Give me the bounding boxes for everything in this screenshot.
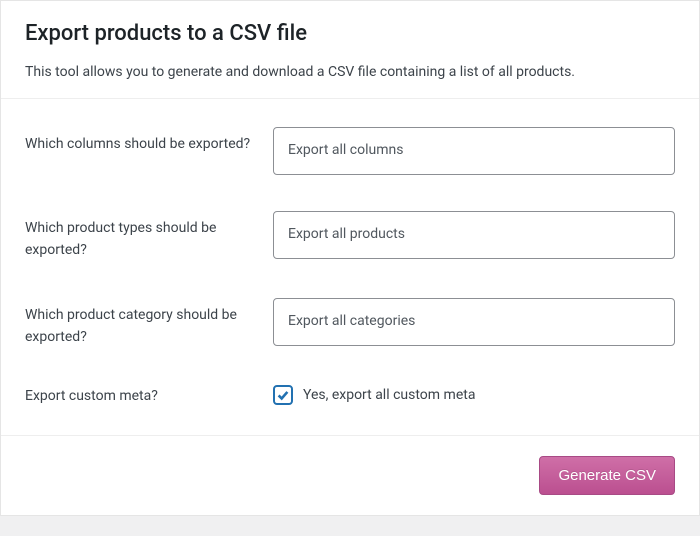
row-columns: Which columns should be exported? Export… bbox=[25, 109, 675, 193]
row-category: Which product category should be exporte… bbox=[25, 280, 675, 367]
product-types-select[interactable]: Export all products bbox=[273, 211, 675, 259]
control-custom-meta: Yes, export all custom meta bbox=[273, 385, 675, 405]
label-category: Which product category should be exporte… bbox=[25, 298, 273, 349]
form-section: Which columns should be exported? Export… bbox=[1, 98, 699, 435]
control-category: Export all categories bbox=[273, 298, 675, 346]
page-title: Export products to a CSV file bbox=[25, 21, 675, 46]
control-columns: Export all columns bbox=[273, 127, 675, 175]
generate-csv-button[interactable]: Generate CSV bbox=[539, 456, 675, 495]
label-product-types: Which product types should be exported? bbox=[25, 211, 273, 262]
panel-header: Export products to a CSV file This tool … bbox=[1, 0, 699, 98]
control-product-types: Export all products bbox=[273, 211, 675, 259]
label-custom-meta: Export custom meta? bbox=[25, 385, 273, 407]
row-custom-meta: Export custom meta? Yes, export all cust… bbox=[25, 367, 675, 425]
category-select[interactable]: Export all categories bbox=[273, 298, 675, 346]
export-panel: Export products to a CSV file This tool … bbox=[0, 0, 700, 516]
custom-meta-checkbox[interactable] bbox=[273, 385, 293, 405]
check-icon bbox=[276, 388, 290, 402]
panel-footer: Generate CSV bbox=[1, 435, 699, 515]
row-product-types: Which product types should be exported? … bbox=[25, 193, 675, 280]
label-columns: Which columns should be exported? bbox=[25, 127, 273, 155]
columns-select[interactable]: Export all columns bbox=[273, 127, 675, 175]
page-description: This tool allows you to generate and dow… bbox=[25, 64, 675, 80]
custom-meta-checkbox-label[interactable]: Yes, export all custom meta bbox=[303, 387, 475, 403]
